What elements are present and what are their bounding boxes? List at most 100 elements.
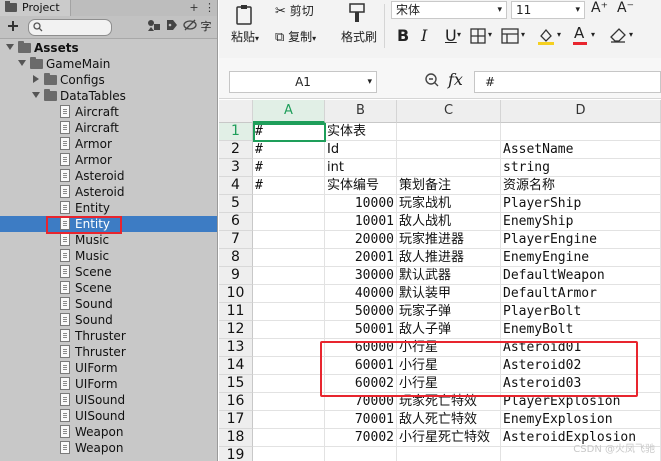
cell-d[interactable]: string <box>501 159 661 177</box>
underline-button[interactable]: U <box>445 26 457 45</box>
chevron-down-icon[interactable]: ▾ <box>488 30 492 39</box>
row-header[interactable]: 8 <box>219 249 253 267</box>
paste-button[interactable]: 粘贴▾ <box>231 28 259 45</box>
cell-d[interactable]: PlayerEngine <box>501 231 661 249</box>
cell-b[interactable]: 50000 <box>325 303 397 321</box>
cell-a[interactable] <box>253 213 325 231</box>
row-header[interactable]: 4 <box>219 177 253 195</box>
tree-file-item[interactable]: Armor <box>0 136 217 152</box>
add-button[interactable]: + <box>188 0 200 16</box>
tree-file-item[interactable]: Thruster <box>0 344 217 360</box>
row-header[interactable]: 15 <box>219 375 253 393</box>
cell-b[interactable]: 10000 <box>325 195 397 213</box>
cell-c[interactable]: 玩家战机 <box>397 195 501 213</box>
cell-d[interactable]: AssetName <box>501 141 661 159</box>
cell-c[interactable]: 敌人战机 <box>397 213 501 231</box>
cut-button[interactable]: ✂ 剪切 <box>275 2 314 19</box>
name-box[interactable]: A1 ▾ <box>229 71 377 93</box>
filter-icon[interactable] <box>146 19 162 34</box>
format-painter-button[interactable]: 格式刷 <box>341 28 377 45</box>
row-header[interactable]: 18 <box>219 429 253 447</box>
row-header[interactable]: 9 <box>219 267 253 285</box>
cell-b[interactable] <box>325 447 397 461</box>
chevron-down-icon[interactable]: ▾ <box>591 30 595 39</box>
cell-b[interactable]: 20000 <box>325 231 397 249</box>
row-header[interactable]: 7 <box>219 231 253 249</box>
project-tab[interactable]: Project <box>0 0 71 16</box>
tree-file-item[interactable]: Weapon <box>0 424 217 440</box>
cell-d[interactable]: 资源名称 <box>501 177 661 195</box>
tree-file-item[interactable]: Sound <box>0 296 217 312</box>
cell-b[interactable]: 实体编号 <box>325 177 397 195</box>
row-header[interactable]: 6 <box>219 213 253 231</box>
hidden-icon[interactable] <box>183 19 197 34</box>
cell-c[interactable]: 玩家推进器 <box>397 231 501 249</box>
chevron-down-icon[interactable] <box>18 60 26 66</box>
italic-button[interactable]: I <box>421 26 427 45</box>
cell-c[interactable]: 策划备注 <box>397 177 501 195</box>
tree-file-item[interactable]: Music <box>0 248 217 264</box>
more-menu-button[interactable]: ⋮ <box>204 0 215 16</box>
borders-icon[interactable] <box>470 28 486 47</box>
cell-a[interactable] <box>253 447 325 461</box>
format-painter-icon[interactable] <box>347 2 369 24</box>
cell-a[interactable] <box>253 303 325 321</box>
chevron-right-icon[interactable] <box>33 75 39 83</box>
cell-a[interactable]: # <box>253 177 325 195</box>
tree-file-item[interactable]: UIForm <box>0 360 217 376</box>
cell-d[interactable]: EnemyExplosion <box>501 411 661 429</box>
chevron-down-icon[interactable]: ▾ <box>457 30 461 39</box>
cell-a[interactable] <box>253 321 325 339</box>
row-header[interactable]: 16 <box>219 393 253 411</box>
font-size-select[interactable]: 11 ▾ <box>511 1 585 19</box>
row-header[interactable]: 12 <box>219 321 253 339</box>
cell-b[interactable]: 50001 <box>325 321 397 339</box>
cell-a[interactable] <box>253 195 325 213</box>
row-header[interactable]: 1 <box>219 123 253 141</box>
cell-a[interactable] <box>253 249 325 267</box>
cell-d[interactable]: EnemyEngine <box>501 249 661 267</box>
tree-file-item[interactable]: Asteroid <box>0 184 217 200</box>
fill-color-icon[interactable] <box>537 27 555 48</box>
cell-d[interactable]: EnemyShip <box>501 213 661 231</box>
tree-file-item[interactable]: UISound <box>0 392 217 408</box>
cell-a[interactable] <box>253 231 325 249</box>
cell-c[interactable]: 敌人推进器 <box>397 249 501 267</box>
tree-folder-item[interactable]: DataTables <box>0 88 217 104</box>
cell-a[interactable] <box>253 357 325 375</box>
column-header-d[interactable]: D <box>501 100 661 123</box>
row-header[interactable]: 5 <box>219 195 253 213</box>
cell-c[interactable]: 默认武器 <box>397 267 501 285</box>
tree-file-item[interactable]: UISound <box>0 408 217 424</box>
row-header[interactable]: 19 <box>219 447 253 461</box>
cell-a[interactable] <box>253 267 325 285</box>
tree-folder-item[interactable]: GameMain <box>0 56 217 72</box>
cell-a[interactable] <box>253 285 325 303</box>
tree-file-item[interactable]: Music <box>0 232 217 248</box>
font-color-button[interactable]: A <box>573 24 587 45</box>
zoom-search-icon[interactable] <box>424 72 440 91</box>
tree-folder-item[interactable]: Configs <box>0 72 217 88</box>
cell-b[interactable]: 40000 <box>325 285 397 303</box>
label-icon[interactable] <box>165 19 179 34</box>
chevron-down-icon[interactable]: ▾ <box>557 30 561 39</box>
cell-a[interactable] <box>253 339 325 357</box>
cell-c[interactable] <box>397 123 501 141</box>
row-header[interactable]: 10 <box>219 285 253 303</box>
cell-a[interactable]: # <box>253 159 325 177</box>
tree-file-item[interactable]: Aircraft <box>0 120 217 136</box>
cell-a[interactable] <box>253 411 325 429</box>
cell-d[interactable]: DefaultWeapon <box>501 267 661 285</box>
select-all-corner[interactable] <box>219 100 253 123</box>
cell-a[interactable] <box>253 429 325 447</box>
cell-c[interactable] <box>397 141 501 159</box>
tree-file-item[interactable]: Scene <box>0 280 217 296</box>
row-header[interactable]: 14 <box>219 357 253 375</box>
column-header-b[interactable]: B <box>325 100 397 123</box>
cell-c[interactable]: 敌人死亡特效 <box>397 411 501 429</box>
cell-b[interactable]: Id <box>325 141 397 159</box>
cell-style-icon[interactable] <box>501 28 519 47</box>
tree-file-item[interactable]: Scene <box>0 264 217 280</box>
cell-d[interactable] <box>501 123 661 141</box>
chevron-down-icon[interactable]: ▾ <box>629 30 633 39</box>
